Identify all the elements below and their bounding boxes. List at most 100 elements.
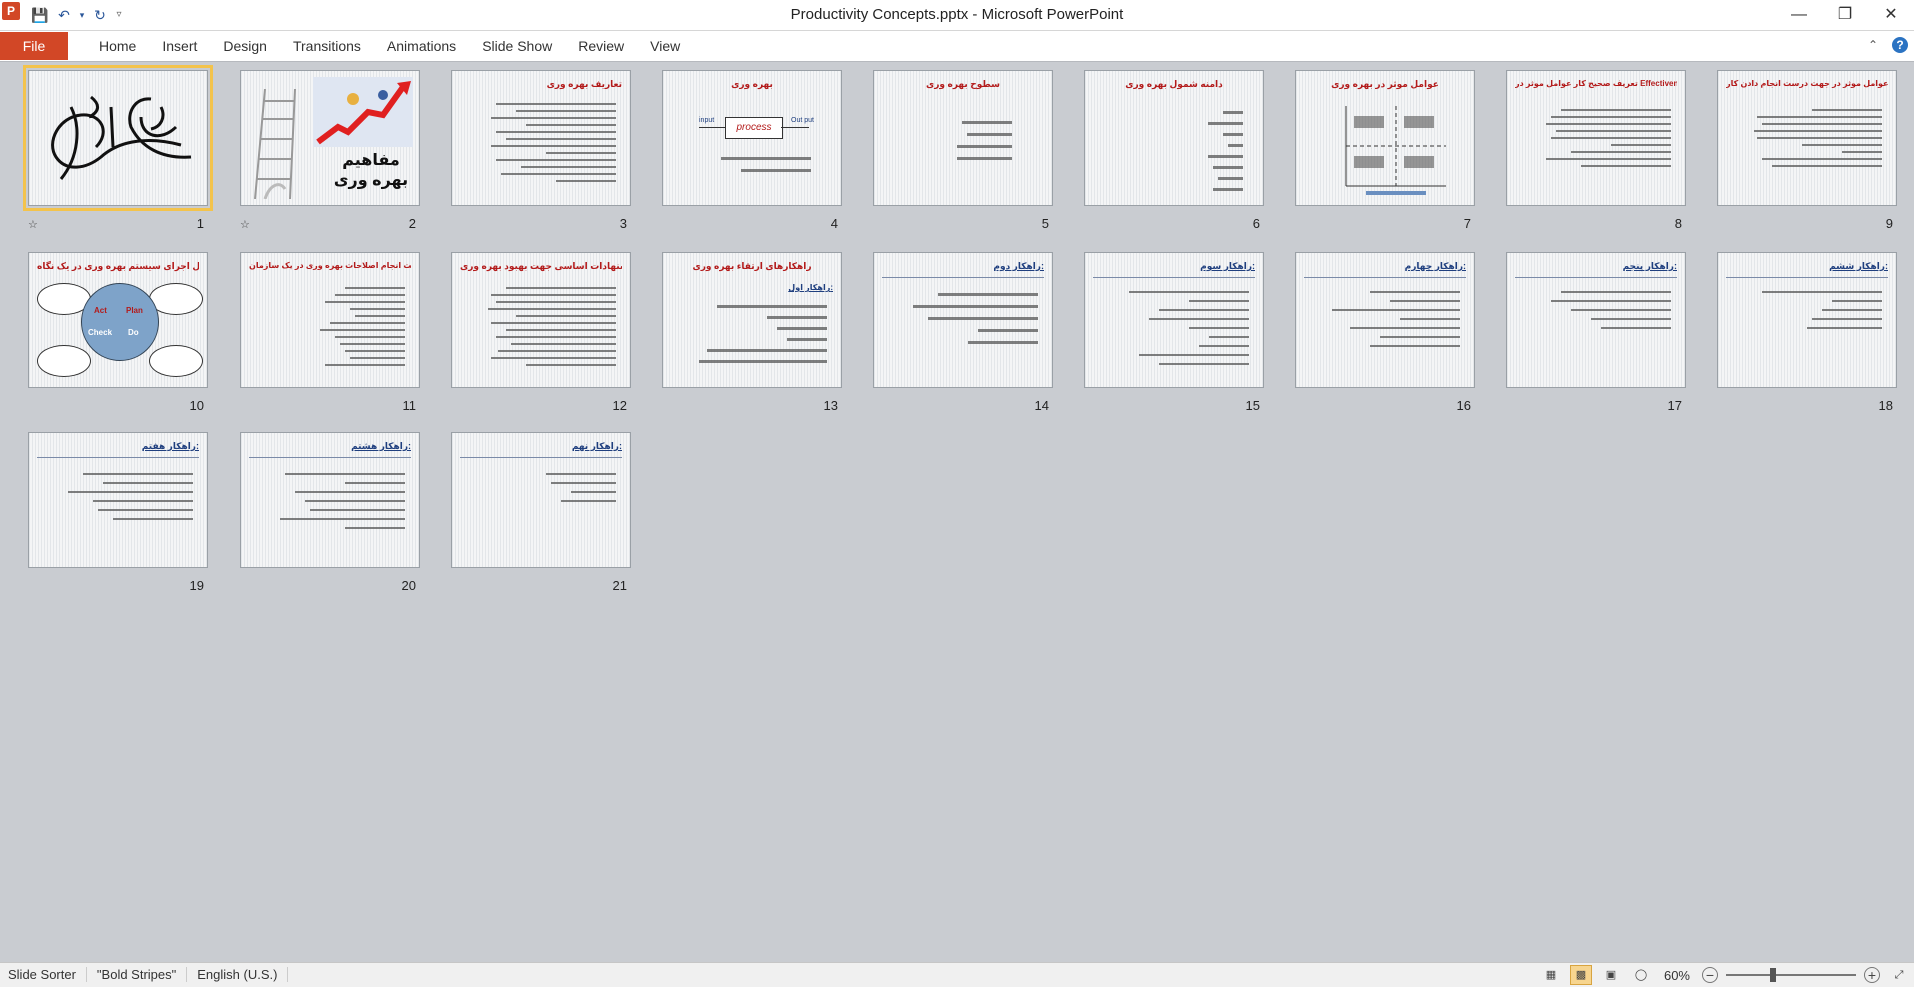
slide-thumbnail-11[interactable]: راهکارهای لازم جهت انجام اصلاحات بهره ور… [240,252,420,388]
output-label: Out put [791,117,814,124]
slide-sorter-view-icon[interactable]: ▩ [1569,965,1592,985]
slide-thumbnail-17[interactable]: راهکار پنجم: [1506,252,1686,388]
title-bar: P 💾 ↶ ▾ ↻ ▿ Productivity Concepts.pptx -… [0,0,1914,31]
slide-thumbnail-12[interactable]: پیشنهادات اساسی جهت بهبود بهره وری [451,252,631,388]
slide-number: 8 [1674,216,1682,231]
tab-animations[interactable]: Animations [374,31,469,61]
slide-number: 21 [612,578,627,593]
slide-number: 4 [830,216,838,231]
tab-review[interactable]: Review [565,31,637,61]
quadrant-diagram [1345,106,1446,195]
process-box: process [725,117,783,139]
slide-number: 15 [1245,398,1260,413]
slide-number: 5 [1041,216,1049,231]
file-tab[interactable]: File [0,32,68,60]
ladder-image [254,89,296,199]
calligraphy-image [51,95,192,180]
slide-number: 16 [1456,398,1471,413]
slide-number: 1 [196,216,204,231]
slide-title: عوامل موثر در بهره وری [1331,79,1439,89]
slide-thumbnail-15[interactable]: راهکار سوم: [1084,252,1264,388]
slide-thumbnail-19[interactable]: راهکار هفتم: [28,432,208,568]
transition-star-icon[interactable]: ☆ [28,218,38,231]
slide-thumbnail-7[interactable]: عوامل موثر در بهره وری [1295,70,1475,206]
slide-thumbnail-8[interactable]: تعریف صحیح کار عوامل موثر در Effectivene… [1506,70,1686,206]
status-view-name: Slide Sorter [8,967,87,982]
slide-number: 18 [1878,398,1893,413]
zoom-out-button[interactable]: − [1702,967,1718,983]
slide-thumbnail-3[interactable]: تعاریف بهره وری [451,70,631,206]
ribbon-tabs: File Home Insert Design Transitions Anim… [0,31,1914,62]
slide-number: 2 [408,216,416,231]
zoom-in-button[interactable]: + [1864,967,1880,983]
reading-view-icon[interactable]: ▣ [1600,965,1622,985]
status-language[interactable]: English (U.S.) [187,967,289,982]
status-theme-name[interactable]: "Bold Stripes" [87,967,188,982]
slide-title: راهکار نهم: [571,441,622,451]
slide-thumbnail-2[interactable]: مفاهیم بهره وری [240,70,420,206]
slide-title: دامنه شمول بهره وری [1125,79,1223,89]
restore-icon[interactable]: ❐ [1822,0,1868,30]
slide-thumbnail-20[interactable]: راهکار هشتم: [240,432,420,568]
slide-thumbnail-13[interactable]: راهکارهای ارتقاء بهره وری راهکار اول: [662,252,842,388]
tab-insert[interactable]: Insert [149,31,210,61]
slide-number: 17 [1667,398,1682,413]
close-icon[interactable]: ✕ [1868,0,1914,30]
slide-thumbnail-21[interactable]: راهکار نهم: [451,432,631,568]
normal-view-icon[interactable]: ▦ [1540,965,1562,985]
fit-to-window-icon[interactable]: ⤢ [1888,965,1910,985]
slide-number: 3 [619,216,627,231]
slide-number: 10 [189,398,204,413]
tab-slide-show[interactable]: Slide Show [469,31,565,61]
slide-thumbnail-5[interactable]: سطوح بهره وری [873,70,1053,206]
slide-thumbnail-18[interactable]: راهکار ششم: [1717,252,1897,388]
minimize-ribbon-icon[interactable]: ⌃ [1868,38,1878,52]
transition-star-icon[interactable]: ☆ [240,218,250,231]
slide-thumbnail-9[interactable]: عوامل موثر در جهت درست انجام دادن کار Ef… [1717,70,1897,206]
slide-title: راهکار سوم: [1200,261,1255,271]
slide-subtitle: راهکار اول: [788,283,833,292]
slide-title: راهکار چهارم: [1404,261,1466,271]
slide-show-view-icon[interactable]: ◯ [1630,965,1652,985]
zoom-slider[interactable] [1726,968,1856,982]
slide-number: 6 [1252,216,1260,231]
slide-title: راهکار هفتم: [141,441,199,451]
slide-title: پیشنهادات اساسی جهت بهبود بهره وری [460,261,622,271]
zoom-level[interactable]: 60% [1664,968,1690,983]
slide-thumbnail-16[interactable]: راهکار چهارم: [1295,252,1475,388]
slide-thumbnail-14[interactable]: راهکار دوم: [873,252,1053,388]
slide-title: راهکار دوم: [993,261,1044,271]
minimize-icon[interactable]: — [1776,0,1822,30]
tab-view[interactable]: View [637,31,693,61]
slide-number: 20 [401,578,416,593]
tab-transitions[interactable]: Transitions [280,31,374,61]
status-bar: Slide Sorter "Bold Stripes" English (U.S… [0,962,1914,987]
slide-sorter-pane: 1 ☆ مفاهیم بهره وری 2 ☆ تعاریف بهره وری … [0,62,1914,962]
slide-title: راهکارهای لازم جهت انجام اصلاحات بهره ور… [249,261,411,270]
tab-design[interactable]: Design [210,31,280,61]
slide-2-title: مفاهیم بهره وری [333,152,409,189]
slide-number: 11 [402,398,417,413]
pdca-cycle: Act Plan Check Do [81,283,159,361]
slide-title: مراحل اجرای سیستم بهره وری در یک نگاه [37,261,199,271]
input-label: input [699,117,715,124]
slide-number: 19 [189,578,204,593]
slide-number: 7 [1463,216,1471,231]
slide-thumbnail-1[interactable] [23,65,213,211]
slide-number: 14 [1034,398,1049,413]
slide-title: بهره وری [731,79,773,89]
slide-number: 9 [1885,216,1893,231]
slide-title: تعریف صحیح کار عوامل موثر در Effectivene… [1515,79,1677,88]
growth-arrow-image [313,77,413,147]
slide-thumbnail-10[interactable]: مراحل اجرای سیستم بهره وری در یک نگاه Ac… [28,252,208,388]
tab-home[interactable]: Home [86,31,149,61]
slide-title: راهکار ششم: [1829,261,1888,271]
zoom-slider-thumb[interactable] [1770,968,1776,982]
window-title: Productivity Concepts.pptx - Microsoft P… [790,6,1124,23]
slide-title: راهکارهای ارتقاء بهره وری [692,261,812,271]
help-icon[interactable]: ? [1892,37,1908,53]
slide-title: سطوح بهره وری [925,79,1000,89]
slide-thumbnail-4[interactable]: بهره وری input process Out put [662,70,842,206]
slide-number: 13 [823,398,838,413]
slide-thumbnail-6[interactable]: دامنه شمول بهره وری [1084,70,1264,206]
